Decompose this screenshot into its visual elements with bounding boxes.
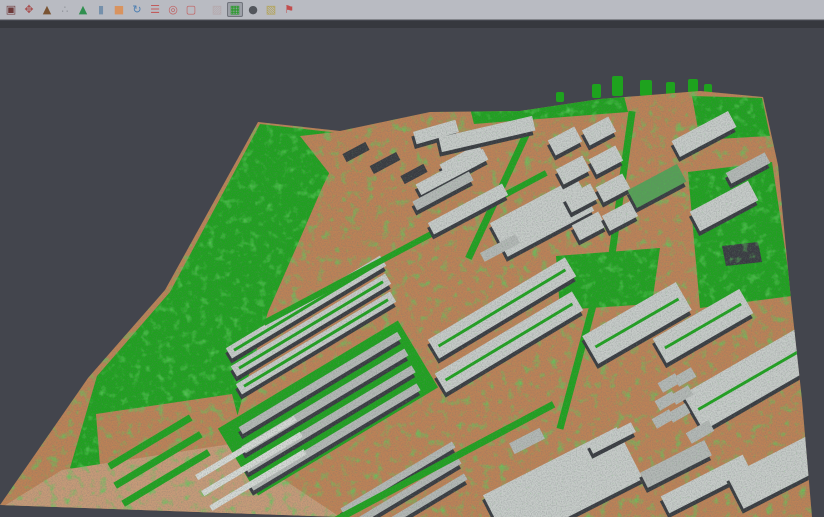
tree-silhouette — [640, 80, 652, 96]
toolbar: ▣ ✥ ▲ ∴ ▲ ▮ ■ ↻ ☰ ◎ ▢ ▨ ▦ ● ▧ ⚑ — [0, 0, 824, 20]
flag-icon[interactable]: ⚑ — [281, 2, 297, 17]
layers-icon-glyph: ☰ — [150, 4, 160, 15]
classification-icon[interactable]: ▦ — [227, 2, 243, 17]
extent-icon[interactable]: ▢ — [183, 2, 199, 17]
tree-silhouette — [592, 84, 601, 98]
points-icon[interactable]: ∴ — [57, 2, 73, 17]
grid-icon: ▨ — [209, 2, 225, 17]
flag-icon-glyph: ⚑ — [284, 4, 294, 15]
profile-icon[interactable]: ▮ — [93, 2, 109, 17]
point-cloud-scene[interactable] — [0, 28, 824, 517]
terrain-icon-glyph: ▲ — [43, 4, 51, 15]
terrain-icon[interactable]: ▲ — [39, 2, 55, 17]
pan-view-icon[interactable]: ✥ — [21, 2, 37, 17]
ortho-image-icon[interactable]: ■ — [111, 2, 127, 17]
target-icon-glyph: ◎ — [168, 4, 178, 15]
profile-icon-glyph: ▮ — [98, 4, 104, 15]
sphere-icon-glyph: ● — [248, 4, 258, 15]
viewport-top-shade — [0, 21, 824, 28]
refresh-icon-glyph: ↻ — [132, 4, 141, 15]
app-icon-glyph: ▣ — [6, 4, 16, 15]
tree-silhouette — [666, 82, 675, 95]
app-icon[interactable]: ▣ — [3, 2, 19, 17]
tree-silhouette — [612, 76, 623, 96]
measure-icon[interactable]: ▧ — [263, 2, 279, 17]
sphere-icon[interactable]: ● — [245, 2, 261, 17]
classification-icon-glyph: ▦ — [230, 4, 240, 15]
surface-model-icon-glyph: ▲ — [79, 4, 87, 15]
refresh-icon[interactable]: ↻ — [129, 2, 145, 17]
ortho-image-icon-glyph: ■ — [114, 4, 124, 15]
viewport-3d[interactable] — [0, 21, 824, 517]
measure-icon-glyph: ▧ — [266, 4, 276, 15]
tree-silhouette — [556, 92, 564, 102]
target-icon[interactable]: ◎ — [165, 2, 181, 17]
extent-icon-glyph: ▢ — [186, 4, 196, 15]
points-icon-glyph: ∴ — [62, 4, 69, 15]
grid-icon-glyph: ▨ — [212, 4, 222, 15]
pan-view-icon-glyph: ✥ — [24, 4, 33, 15]
layers-icon[interactable]: ☰ — [147, 2, 163, 17]
surface-model-icon[interactable]: ▲ — [75, 2, 91, 17]
pointcloud-grain — [0, 28, 824, 517]
